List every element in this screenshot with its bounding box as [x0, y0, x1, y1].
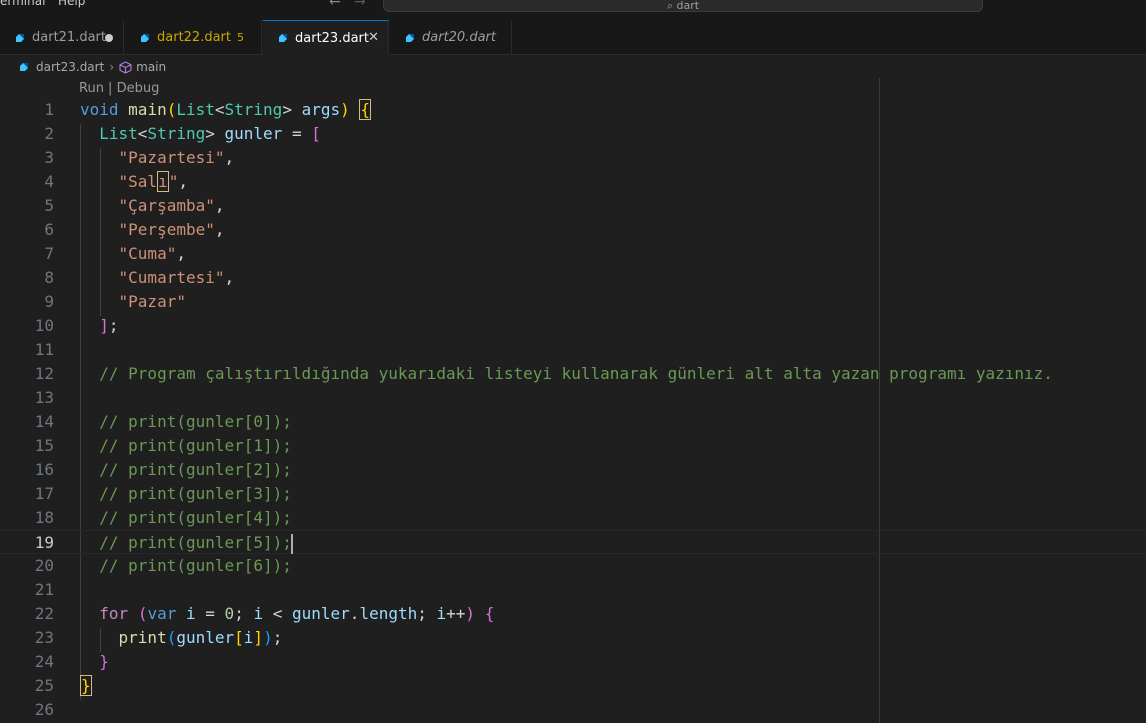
breadcrumb: dart23.dart › main [0, 56, 1146, 78]
code-editor[interactable]: Run | Debug 1 void main(List<String> args… [0, 78, 1146, 723]
tab-dart23[interactable]: dart23.dart ✕ [263, 20, 389, 55]
tab-label: dart20.dart [422, 30, 496, 45]
unsaved-dot-icon[interactable] [105, 34, 113, 42]
dart-file-icon [141, 33, 149, 42]
code-line-12: 12 // Program çalıştırıldığında yukarıda… [34, 364, 1053, 383]
code-line-16: 16 // print(gunler[2]); [34, 460, 292, 479]
close-icon[interactable]: ✕ [368, 30, 379, 45]
code-line-19-current: 19 // print(gunler[5]); [0, 530, 1146, 554]
code-line-14: 14 // print(gunler[0]); [34, 412, 292, 431]
code-line-11: 11 [34, 340, 54, 359]
editor-tabs: dart21.dart dart22.dart 5 dart23.dart ✕ … [0, 20, 1146, 55]
code-line-21: 21 [34, 580, 54, 599]
breadcrumb-file[interactable]: dart23.dart [36, 60, 104, 74]
method-cube-icon [119, 60, 132, 74]
search-icon: ⌕ [666, 0, 674, 12]
tab-label: dart22.dart [157, 30, 231, 45]
tab-label: dart21.dart [32, 30, 106, 45]
code-line-8: 8 "Cumartesi", [44, 268, 235, 287]
code-line-13: 13 [34, 388, 54, 407]
code-line-4: 4 "Salı", [44, 171, 188, 192]
forward-arrow-icon[interactable]: → [354, 0, 366, 10]
back-arrow-icon[interactable]: ← [329, 0, 341, 10]
code-line-1: 1 void main(List<String> args) { [44, 99, 372, 120]
tab-dart21[interactable]: dart21.dart [0, 20, 124, 55]
tab-dart22[interactable]: dart22.dart 5 [125, 20, 262, 55]
problem-count-badge: 5 [237, 31, 244, 44]
code-line-18: 18 // print(gunler[4]); [34, 508, 292, 527]
tab-dart20[interactable]: dart20.dart [390, 20, 512, 55]
code-line-20: 20 // print(gunler[6]); [34, 556, 292, 575]
text-cursor [290, 533, 293, 554]
title-bar: erminal Help ← → ⌕ dart [0, 0, 1146, 20]
code-line-15: 15 // print(gunler[1]); [34, 436, 292, 455]
code-line-6: 6 "Perşembe", [44, 220, 225, 239]
search-text: dart [676, 0, 700, 12]
code-line-24: 24 } [34, 652, 109, 671]
code-line-23: 23 print(gunler[i]); [34, 628, 283, 647]
dart-file-icon [20, 63, 28, 71]
dart-file-icon [279, 34, 287, 42]
code-line-17: 17 // print(gunler[3]); [34, 484, 292, 503]
menu-terminal[interactable]: erminal [0, 0, 45, 8]
code-line-26: 26 [34, 700, 54, 719]
dart-file-icon [16, 33, 24, 42]
code-line-7: 7 "Cuma", [44, 244, 186, 263]
codelens-run-debug[interactable]: Run | Debug [79, 78, 159, 100]
breadcrumb-symbol[interactable]: main [136, 60, 166, 74]
code-line-22: 22 for (var i = 0; i < gunler.length; i+… [34, 604, 495, 623]
chevron-right-icon: › [109, 60, 115, 74]
tab-label: dart23.dart [295, 30, 369, 46]
code-line-25: 25} [34, 675, 92, 696]
code-line-9: 9 "Pazar" [44, 292, 186, 311]
command-center-search[interactable]: ⌕ dart [383, 0, 983, 12]
menu-help[interactable]: Help [58, 0, 85, 8]
code-line-5: 5 "Çarşamba", [44, 196, 225, 215]
code-line-2: 2 List<String> gunler = [ [44, 124, 321, 143]
dart-file-icon [406, 33, 414, 42]
code-line-10: 10 ]; [34, 316, 119, 335]
code-line-3: 3 "Pazartesi", [44, 148, 235, 167]
